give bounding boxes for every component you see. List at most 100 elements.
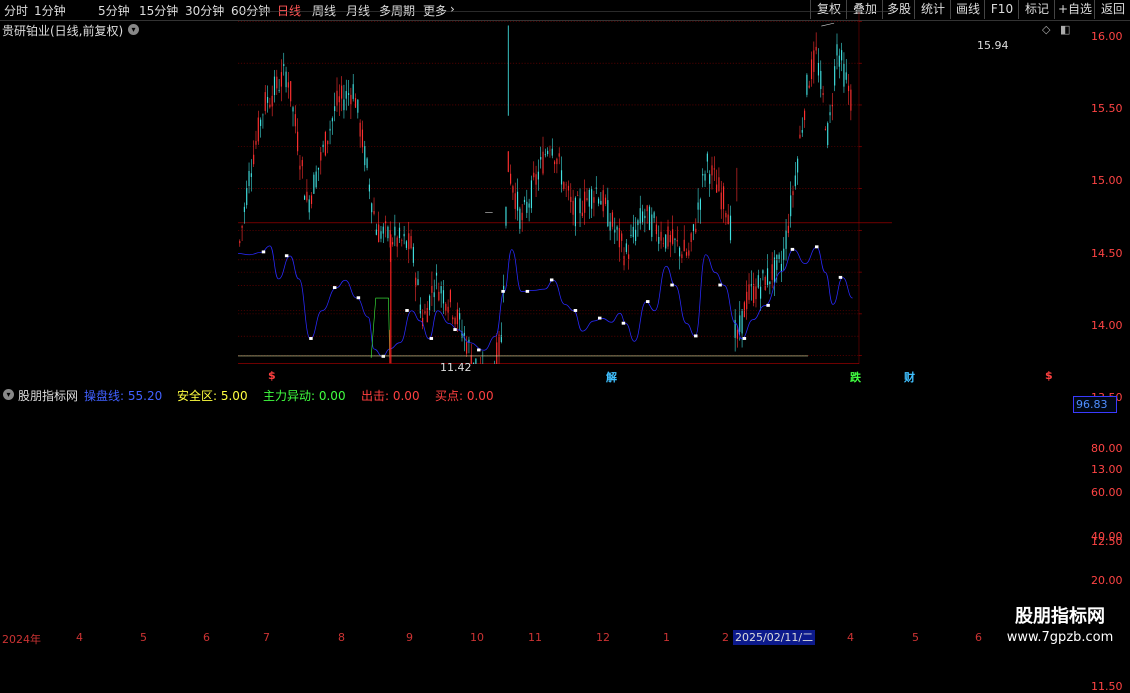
month-label: 7 — [263, 631, 270, 644]
indicator-tick: 60.00 — [1091, 486, 1123, 499]
candle-body — [257, 117, 259, 142]
candle-body — [641, 211, 644, 223]
candle-body — [630, 234, 632, 236]
candle-body — [396, 237, 398, 247]
curve-marker — [694, 334, 698, 338]
candle-body — [398, 227, 401, 238]
candle-body — [572, 200, 574, 215]
candle-body — [442, 290, 445, 304]
candle-body — [549, 149, 551, 151]
candle-body — [681, 254, 683, 259]
event-marker[interactable]: 解 — [606, 369, 617, 385]
curve-marker — [261, 250, 266, 254]
chevron-down-icon[interactable]: ▾ — [128, 24, 139, 35]
candle-body — [699, 199, 701, 210]
candle-body — [250, 173, 252, 177]
candle-body — [595, 187, 597, 189]
price-tick: 11.50 — [1091, 679, 1123, 693]
candle-body — [447, 306, 449, 313]
curve-marker — [621, 321, 626, 325]
curve-marker — [309, 337, 313, 340]
low-price-label: 11.42 — [440, 361, 472, 374]
price-tick: 13.00 — [1091, 463, 1123, 477]
candle-body — [283, 64, 285, 67]
candle-body — [382, 226, 384, 234]
candle-body — [320, 152, 322, 161]
candle-body — [354, 98, 357, 108]
candle-body — [836, 44, 838, 56]
candle-body — [787, 225, 789, 234]
candle-body — [516, 191, 519, 211]
candle-body — [776, 254, 778, 270]
candle-body — [315, 171, 317, 188]
layout-toggle-icon[interactable]: ◧ — [1060, 23, 1070, 36]
candle-body — [706, 153, 708, 162]
candle-body — [801, 130, 803, 133]
event-marker[interactable]: 跌 — [850, 369, 861, 385]
candle-body — [604, 197, 607, 204]
indicator-name[interactable]: 股朋指标网 — [18, 387, 78, 404]
indicator-legend-item: 出击: 0.00 — [361, 389, 420, 403]
candle-body — [584, 191, 586, 213]
candle-body — [361, 129, 364, 148]
candle-body — [739, 315, 741, 332]
candle-body — [743, 302, 745, 318]
curve-marker — [573, 309, 578, 312]
candle-body — [306, 191, 308, 201]
candle-body — [753, 283, 755, 304]
candle-body — [662, 242, 664, 244]
candle-body — [713, 168, 715, 170]
candle-body — [505, 206, 507, 226]
month-label: 5 — [140, 631, 147, 644]
candle-body — [667, 226, 669, 247]
candle-body — [551, 148, 553, 156]
price-tick: 14.50 — [1091, 246, 1123, 260]
candle-body — [813, 50, 815, 72]
indicator-legend-item: 操盘线: 55.20 — [84, 389, 163, 403]
event-marker[interactable]: 财 — [904, 369, 915, 385]
candle-body — [683, 239, 685, 252]
candle-body — [625, 243, 627, 252]
candle-body — [366, 158, 368, 168]
diamond-icon[interactable]: ◇ — [1042, 23, 1050, 36]
candle-body — [412, 246, 414, 263]
curve-marker — [501, 289, 505, 293]
candle-body — [690, 233, 692, 243]
event-marker[interactable]: $ — [268, 369, 276, 382]
candle-body — [685, 252, 688, 256]
candle-body — [722, 186, 725, 209]
month-label: 4 — [76, 631, 83, 644]
candle-body — [438, 291, 440, 301]
indicator-menu-icon[interactable]: ▾ — [3, 389, 14, 400]
candle-body — [294, 114, 296, 127]
candle-body — [815, 46, 817, 51]
candle-body — [276, 76, 278, 89]
candle-body — [285, 71, 287, 88]
event-marker[interactable]: $ — [1045, 369, 1053, 382]
candle-body — [510, 173, 512, 184]
candle-body — [341, 85, 343, 99]
candle-body — [810, 59, 813, 80]
candle-body — [797, 158, 799, 173]
candle-body — [336, 90, 338, 106]
candle-body — [718, 177, 720, 191]
candle-body — [616, 226, 618, 230]
candle-body — [614, 229, 616, 233]
price-tick: 14.00 — [1091, 318, 1123, 332]
candle-body — [417, 279, 419, 286]
candle-body — [373, 211, 375, 214]
month-label: 2 — [722, 631, 729, 644]
candle-body — [521, 212, 523, 221]
curve-marker — [453, 328, 457, 332]
candle-body — [773, 257, 776, 283]
candle-body — [769, 281, 771, 285]
candlestick-chart[interactable] — [0, 0, 1130, 364]
curve-marker — [284, 254, 289, 258]
candle-body — [850, 89, 852, 111]
candle-body — [602, 190, 604, 212]
candle-body — [567, 185, 570, 191]
candle-body — [287, 82, 289, 88]
candle-body — [468, 339, 470, 343]
watermark-logo: 股朋指标网 www.7gpzb.com — [990, 598, 1130, 650]
candle-body — [635, 229, 637, 241]
